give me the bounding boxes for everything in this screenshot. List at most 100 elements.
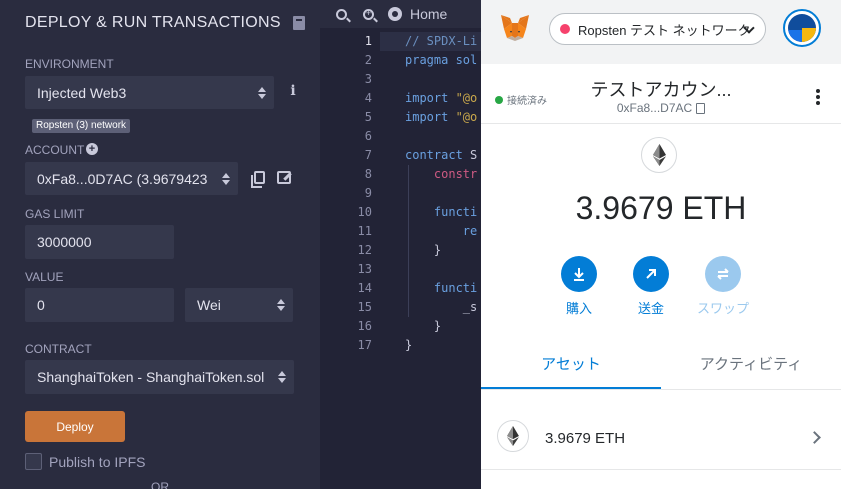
tab-assets[interactable]: アセット bbox=[481, 342, 661, 389]
code-keyword: import bbox=[405, 110, 449, 124]
value-input[interactable]: 0 bbox=[25, 288, 174, 322]
code-token: constr bbox=[405, 167, 478, 181]
code-text[interactable]: // SPDX-Li pragma sol import "@o import … bbox=[405, 32, 481, 355]
code-comment: // SPDX-Li bbox=[405, 34, 478, 48]
account-address[interactable]: 0xFa8...D7AC bbox=[571, 101, 751, 115]
swap-button[interactable]: スワップ bbox=[693, 256, 753, 317]
buy-label: 購入 bbox=[565, 301, 592, 316]
code-keyword: pragma bbox=[405, 53, 449, 67]
select-arrows-icon bbox=[278, 370, 286, 384]
info-icon[interactable]: i bbox=[289, 84, 297, 98]
line-number: 2 bbox=[364, 53, 372, 67]
arrow-up-right-icon bbox=[633, 256, 669, 292]
copy-icon bbox=[696, 102, 706, 114]
line-number-gutter: 1 2 3 4 5 6 7 8 9 10 11 12 13 14 15 16 1… bbox=[320, 32, 380, 355]
account-value: 0xFa8...0D7AC (3.9679423 bbox=[37, 170, 208, 187]
account-select[interactable]: 0xFa8...0D7AC (3.9679423 bbox=[25, 162, 238, 195]
asset-activity-tabs: アセット アクティビティ bbox=[481, 342, 841, 390]
swap-icon bbox=[705, 256, 741, 292]
code-token: sol bbox=[448, 53, 478, 67]
zoom-in-icon[interactable] bbox=[363, 8, 374, 20]
code-keyword: re bbox=[405, 224, 478, 238]
line-number: 8 bbox=[364, 167, 372, 181]
line-number: 14 bbox=[357, 281, 372, 295]
value-unit: Wei bbox=[197, 297, 221, 313]
line-number: 6 bbox=[364, 129, 372, 143]
or-divider-label: OR bbox=[151, 480, 169, 489]
panel-title: DEPLOY & RUN TRANSACTIONS bbox=[25, 14, 281, 31]
connected-dot-icon bbox=[495, 95, 503, 104]
metamask-popup: Ropsten テスト ネットワーク 接続済み テストアカウン... 0xFa8… bbox=[481, 0, 841, 489]
code-token: S bbox=[462, 148, 478, 162]
code-keyword: functi bbox=[405, 205, 478, 219]
swap-label: スワップ bbox=[696, 301, 749, 316]
network-status-dot bbox=[560, 24, 570, 34]
code-string: "@o bbox=[448, 110, 478, 124]
send-label: 送金 bbox=[637, 301, 664, 316]
network-selector[interactable]: Ropsten テスト ネットワーク bbox=[549, 13, 766, 45]
code-editor: Home 1 2 3 4 5 6 7 8 9 10 11 12 13 14 15… bbox=[320, 0, 481, 489]
account-options-icon[interactable] bbox=[816, 89, 820, 105]
select-arrows-icon bbox=[258, 86, 266, 100]
ethereum-icon bbox=[653, 144, 666, 166]
account-label: ACCOUNT bbox=[25, 143, 85, 157]
line-number: 5 bbox=[364, 110, 372, 124]
code-token: _s bbox=[405, 300, 478, 314]
code-keyword: functi bbox=[405, 281, 478, 295]
asset-list-item[interactable]: 3.9679 ETH bbox=[481, 406, 841, 470]
tab-home-label: Home bbox=[410, 6, 448, 22]
book-icon[interactable] bbox=[293, 16, 305, 30]
send-button[interactable]: 送金 bbox=[621, 256, 681, 317]
code-token: } bbox=[405, 338, 413, 352]
publish-ipfs-checkbox[interactable] bbox=[25, 453, 42, 470]
copy-icon[interactable] bbox=[251, 171, 265, 188]
line-number: 9 bbox=[364, 186, 372, 200]
code-token: } bbox=[405, 243, 442, 257]
account-address-text: 0xFa8...D7AC bbox=[616, 101, 693, 115]
editor-tab-bar: Home bbox=[320, 0, 481, 28]
environment-select[interactable]: Injected Web3 bbox=[25, 76, 274, 109]
account-avatar[interactable] bbox=[783, 9, 821, 47]
code-keyword: contract bbox=[405, 148, 463, 162]
value-unit-select[interactable]: Wei bbox=[185, 288, 293, 322]
line-number: 11 bbox=[357, 224, 372, 238]
publish-ipfs-label: Publish to IPFS bbox=[49, 454, 146, 470]
identicon bbox=[788, 14, 816, 42]
tab-home[interactable]: Home bbox=[388, 6, 447, 22]
connection-status[interactable]: 接続済み bbox=[495, 92, 547, 107]
line-number: 17 bbox=[357, 338, 372, 352]
line-number: 3 bbox=[364, 72, 372, 86]
line-number: 15 bbox=[357, 300, 372, 314]
edit-icon[interactable] bbox=[277, 171, 291, 184]
account-balance: 3.9679 ETH bbox=[575, 190, 747, 226]
zoom-out-icon[interactable] bbox=[336, 8, 347, 20]
contract-select[interactable]: ShanghaiToken - ShanghaiToken.sol bbox=[25, 360, 294, 394]
tab-activity[interactable]: アクティビティ bbox=[661, 342, 841, 389]
line-number: 13 bbox=[357, 262, 372, 276]
line-number: 16 bbox=[357, 319, 372, 333]
asset-eth-logo bbox=[497, 420, 529, 452]
contract-label: CONTRACT bbox=[25, 342, 92, 356]
download-icon bbox=[561, 256, 597, 292]
account-name[interactable]: テストアカウン... bbox=[571, 76, 751, 102]
environment-label: ENVIRONMENT bbox=[25, 57, 114, 71]
line-number: 10 bbox=[357, 205, 372, 219]
connection-status-label: 接続済み bbox=[507, 96, 547, 107]
add-account-icon[interactable]: + bbox=[86, 143, 98, 155]
line-number: 4 bbox=[364, 91, 372, 105]
metamask-fox-icon[interactable] bbox=[499, 12, 531, 44]
chevron-right-icon bbox=[808, 431, 821, 444]
gas-limit-input[interactable]: 3000000 bbox=[25, 225, 174, 259]
panel-header: DEPLOY & RUN TRANSACTIONS bbox=[25, 12, 305, 34]
metamask-header: Ropsten テスト ネットワーク bbox=[481, 0, 841, 64]
code-keyword: import bbox=[405, 91, 449, 105]
buy-button[interactable]: 購入 bbox=[549, 256, 609, 317]
gas-limit-label: GAS LIMIT bbox=[25, 207, 85, 221]
network-name: Ropsten テスト ネットワーク bbox=[578, 22, 751, 38]
code-string: "@o bbox=[448, 91, 478, 105]
value-label: VALUE bbox=[25, 270, 64, 284]
deploy-button[interactable]: Deploy bbox=[25, 411, 125, 442]
line-number: 12 bbox=[357, 243, 372, 257]
code-token: } bbox=[405, 319, 442, 333]
deploy-run-panel: DEPLOY & RUN TRANSACTIONS ENVIRONMENT In… bbox=[0, 0, 320, 489]
